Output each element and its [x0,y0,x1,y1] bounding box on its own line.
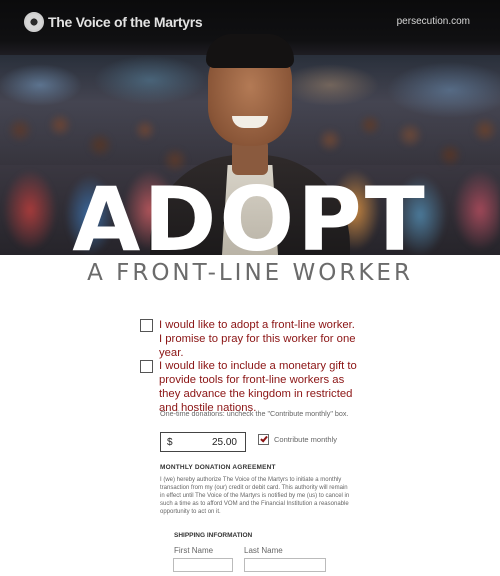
gift-option[interactable]: I would like to include a monetary gift … [140,359,359,415]
contribute-monthly-label: Contribute monthly [274,435,337,444]
vom-logo[interactable]: The Voice of the Martyrs [24,12,203,32]
shipping-title: SHIPPING INFORMATION [174,532,253,539]
site-url-link[interactable]: persecution.com [397,16,470,27]
logo-text: The Voice of the Martyrs [48,14,203,30]
top-bar: The Voice of the Martyrs persecution.com [0,0,500,44]
checkmark-icon [260,434,268,443]
gift-option-label: I would like to include a monetary gift … [159,360,357,414]
headline: ADOPT [72,168,428,271]
onetime-note: One-time donations: uncheck the "Contrib… [160,409,349,418]
last-name-label: Last Name [244,546,283,555]
amount-value: 25.00 [211,437,237,448]
currency-symbol: $ [167,437,173,448]
agreement-text: I (we) hereby authorize The Voice of the… [160,477,350,515]
globe-icon [24,12,44,32]
agreement-title: MONTHLY DONATION AGREEMENT [160,464,276,471]
adopt-checkbox[interactable] [140,319,153,332]
adopt-option-label: I would like to adopt a front-line worke… [159,319,356,359]
subheadline: A FRONT-LINE WORKER [87,260,413,286]
first-name-label: First Name [174,546,214,555]
amount-input[interactable]: $ 25.00 [160,432,246,452]
gift-checkbox[interactable] [140,360,153,373]
last-name-input[interactable] [244,558,326,572]
adopt-option[interactable]: I would like to adopt a front-line worke… [140,318,359,360]
contribute-monthly-option[interactable]: Contribute monthly [258,434,337,445]
first-name-input[interactable] [173,558,233,572]
contribute-monthly-checkbox[interactable] [258,434,269,445]
